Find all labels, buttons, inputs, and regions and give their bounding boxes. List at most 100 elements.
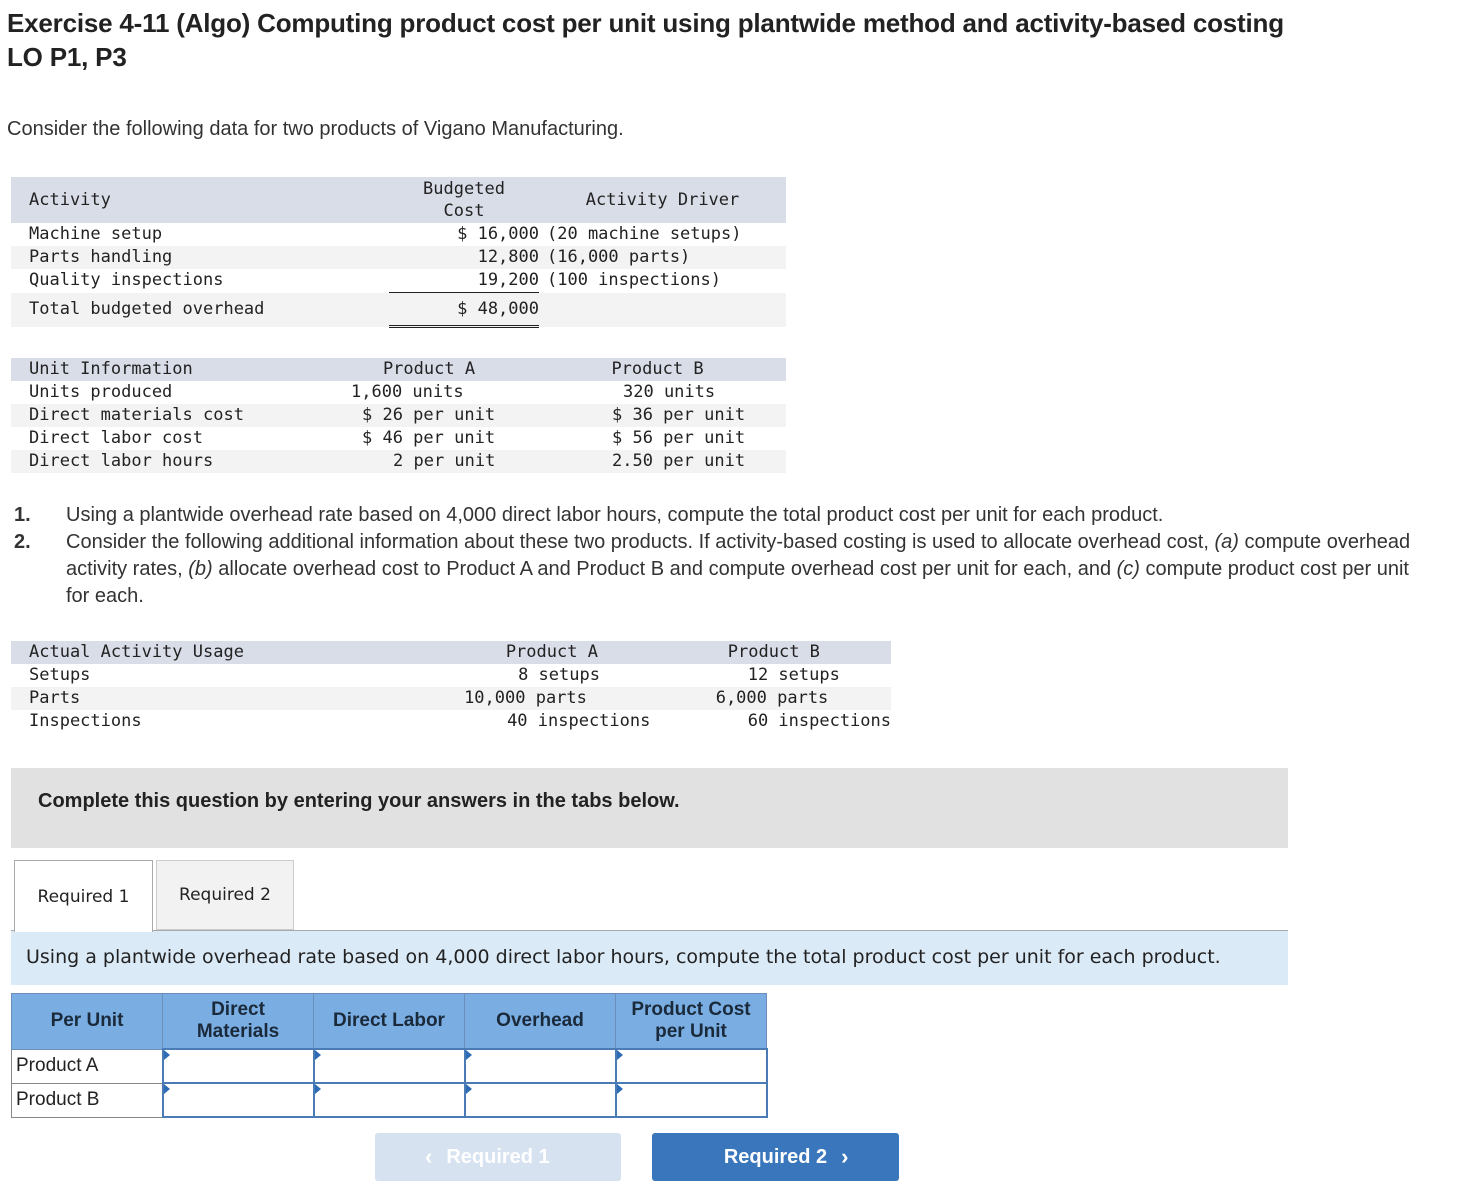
- product-a-value: 10,000 parts: [464, 688, 587, 708]
- part-a-marker: (a): [1214, 531, 1239, 553]
- product-a-direct-labor-input[interactable]: [314, 1051, 464, 1081]
- activity-name: Parts handling: [29, 247, 173, 267]
- row-label: Inspections: [29, 711, 142, 731]
- header-product-a: Product A: [382, 359, 476, 379]
- input-flag-icon: [314, 1084, 321, 1094]
- header-cost: Cost: [443, 201, 485, 221]
- product-a-value: $ 46 per unit: [362, 428, 496, 448]
- next-required-button[interactable]: ‹ Required 2 ›: [652, 1133, 899, 1181]
- input-flag-icon: [465, 1084, 472, 1094]
- header-activity: Activity: [29, 189, 111, 210]
- header-actual-activity-usage: Actual Activity Usage: [29, 642, 244, 662]
- row-label: Direct labor cost: [29, 428, 203, 448]
- total-cost: $ 48,000: [389, 292, 539, 328]
- budgeted-cost: 12,800: [477, 247, 539, 267]
- table-row: Units produced 1,600 units 320 units: [11, 381, 786, 404]
- activity-table: Activity Budgeted Cost Activity Driver Ma…: [11, 177, 786, 328]
- input-cell[interactable]: [312, 1082, 466, 1118]
- table-row: Direct labor hours 2 per unit 2.50 per u…: [11, 450, 786, 473]
- input-cell[interactable]: [161, 1082, 315, 1118]
- question-text: allocate overhead cost to Product A and …: [212, 558, 1117, 580]
- input-cell[interactable]: [614, 1082, 768, 1118]
- product-b-value: 320 units: [623, 382, 716, 402]
- header-direct-materials: Direct Materials: [162, 993, 314, 1050]
- budgeted-cost: 19,200: [389, 269, 539, 293]
- table-row: Quality inspections 19,200 (100 inspecti…: [11, 269, 786, 293]
- row-label: Product B: [11, 1082, 163, 1118]
- activity-driver: (16,000 parts): [547, 247, 691, 267]
- table-row: Setups 8 setups 12 setups: [11, 664, 891, 687]
- input-cell[interactable]: [614, 1048, 768, 1084]
- chevron-left-icon: ‹: [424, 1144, 433, 1169]
- tab-label: Required 1: [37, 886, 130, 907]
- answer-row-product-a: Product A: [11, 1048, 768, 1084]
- product-a-value: 2 per unit: [393, 451, 496, 471]
- product-a-value: 40 inspections: [507, 711, 651, 731]
- header-direct-labor: Direct Labor: [313, 993, 465, 1050]
- table-row: Direct materials cost $ 26 per unit $ 36…: [11, 404, 786, 427]
- product-a-value: 1,600 units: [351, 382, 464, 402]
- row-label: Parts: [29, 688, 81, 708]
- header-product-b: Product B: [727, 642, 820, 662]
- table-row: Parts 10,000 parts 6,000 parts: [11, 687, 891, 710]
- answer-table-header: Per Unit Direct Materials Direct Labor O…: [11, 993, 767, 1050]
- product-a-value: 8 setups: [518, 665, 600, 685]
- activity-name: Machine setup: [29, 224, 163, 244]
- question-text: Consider the following additional inform…: [66, 531, 1215, 553]
- answer-table: Per Unit Direct Materials Direct Labor O…: [11, 993, 768, 1118]
- question-number: 2.: [14, 531, 31, 553]
- activity-name: Quality inspections: [29, 270, 224, 291]
- total-label: Total budgeted overhead: [29, 299, 265, 319]
- chevron-right-icon: ›: [841, 1144, 849, 1169]
- row-label: Product A: [11, 1048, 163, 1084]
- product-a-product-cost-input[interactable]: [616, 1051, 766, 1081]
- product-b-direct-materials-input[interactable]: [163, 1085, 313, 1115]
- row-label: Units produced: [29, 382, 173, 402]
- activity-driver: (100 inspections): [547, 270, 721, 291]
- header-product-cost-per-unit: Product Cost per Unit: [615, 993, 767, 1050]
- unit-info-table: Unit Information Product A Product B Uni…: [11, 358, 786, 473]
- row-label: Setups: [29, 665, 91, 685]
- instruction-text: Using a plantwide overhead rate based on…: [26, 946, 1221, 968]
- question-number: 1.: [14, 504, 31, 526]
- header-per-unit: Per Unit: [11, 993, 163, 1050]
- exercise-title: Exercise 4-11 (Algo) Computing product c…: [7, 6, 1284, 74]
- next-button-label: Required 2: [723, 1145, 828, 1168]
- header-budgeted: Budgeted: [423, 179, 505, 199]
- table-row: Inspections 40 inspections 60 inspection…: [11, 710, 891, 733]
- table-row: Machine setup $ 16,000 (20 machine setup…: [11, 223, 786, 246]
- intro-text: Consider the following data for two prod…: [7, 118, 624, 140]
- product-b-value: $ 56 per unit: [612, 428, 746, 448]
- product-b-direct-labor-input[interactable]: [314, 1085, 464, 1115]
- input-cell[interactable]: [161, 1048, 315, 1084]
- tab-required-1[interactable]: Required 1: [14, 860, 153, 932]
- question-list: 1. Using a plantwide overhead rate based …: [14, 502, 1420, 610]
- input-cell[interactable]: [463, 1048, 617, 1084]
- header-unit-information: Unit Information: [29, 359, 193, 379]
- instructions-banner: Complete this question by entering your …: [11, 768, 1288, 848]
- input-flag-icon: [163, 1050, 170, 1060]
- banner-text: Complete this question by entering your …: [38, 790, 680, 812]
- product-b-product-cost-input[interactable]: [616, 1085, 766, 1115]
- product-a-value: $ 26 per unit: [362, 405, 496, 425]
- input-cell[interactable]: [463, 1082, 617, 1118]
- activity-table-header: Activity Budgeted Cost Activity Driver: [11, 177, 786, 223]
- product-a-overhead-input[interactable]: [465, 1051, 615, 1081]
- prev-required-button[interactable]: ‹ Required 1 ›: [375, 1133, 621, 1181]
- tab-required-2[interactable]: Required 2: [156, 860, 294, 930]
- question-2: 2. Consider the following additional info…: [14, 529, 1420, 610]
- empty-cell: [539, 293, 786, 327]
- product-b-value: 6,000 parts: [715, 688, 829, 708]
- product-b-value: 12 setups: [747, 665, 840, 685]
- question-text: Using a plantwide overhead rate based on…: [66, 504, 1164, 526]
- table-row: Direct labor cost $ 46 per unit $ 56 per…: [11, 427, 786, 450]
- unit-info-header: Unit Information Product A Product B: [11, 358, 786, 381]
- exercise-title-line2: LO P1, P3: [7, 42, 127, 72]
- input-cell[interactable]: [312, 1048, 466, 1084]
- product-b-overhead-input[interactable]: [465, 1085, 615, 1115]
- product-b-value: 60 inspections: [747, 711, 891, 731]
- prev-button-label: Required 1: [446, 1145, 550, 1168]
- product-a-direct-materials-input[interactable]: [163, 1051, 313, 1081]
- product-b-value: 2.50 per unit: [612, 451, 746, 471]
- activity-usage-table: Actual Activity Usage Product A Product …: [11, 641, 891, 733]
